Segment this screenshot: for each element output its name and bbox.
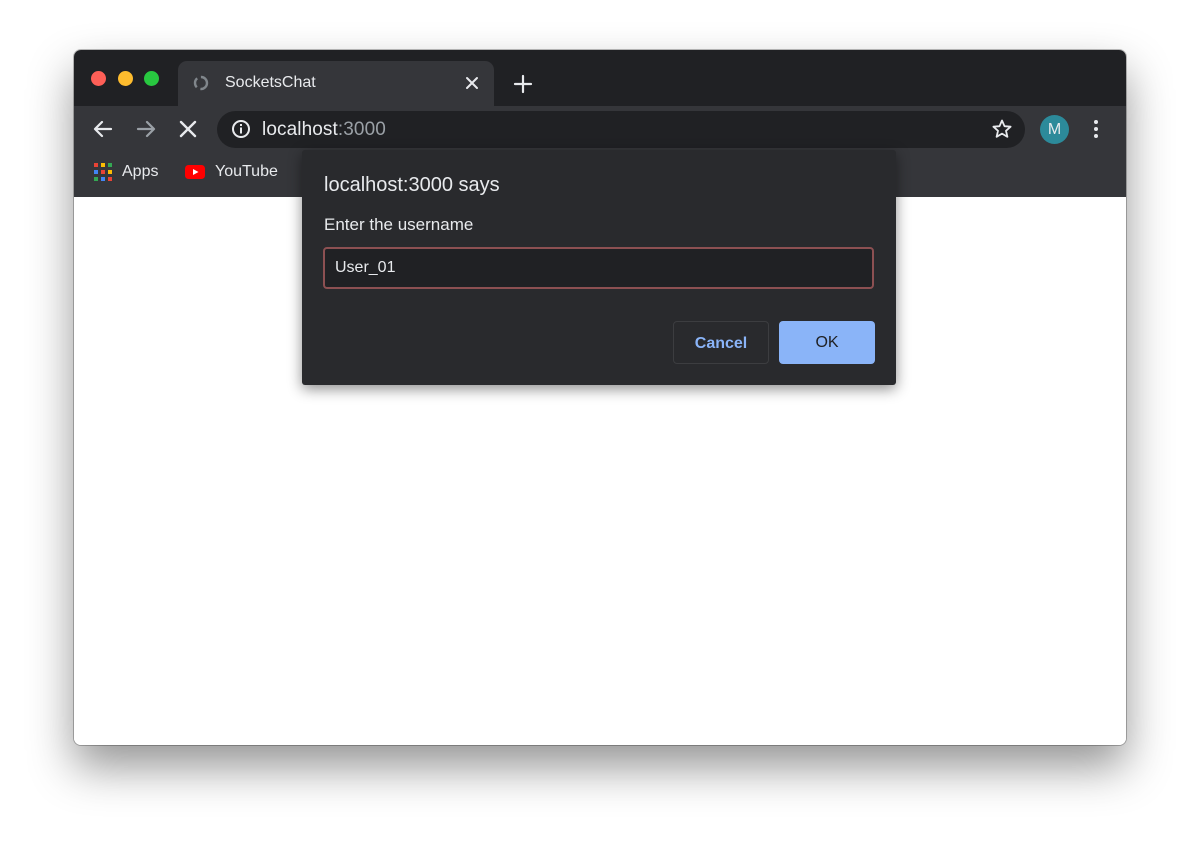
apps-grid-icon (94, 163, 112, 181)
more-menu-icon[interactable] (1085, 118, 1107, 140)
new-tab-icon[interactable] (512, 73, 534, 95)
url-host: localhost (262, 119, 338, 140)
bookmark-youtube[interactable]: YouTube (185, 162, 278, 182)
window-maximize-button[interactable] (144, 71, 159, 86)
bookmark-label: Apps (122, 163, 159, 180)
site-info-icon[interactable] (231, 119, 251, 139)
ok-button[interactable]: OK (779, 321, 875, 364)
url-text[interactable]: localhost:3000 (262, 119, 386, 141)
stop-loading-icon[interactable] (177, 118, 199, 140)
prompt-dialog: localhost:3000 says Enter the username C… (302, 150, 896, 385)
cancel-button[interactable]: Cancel (673, 321, 769, 364)
back-arrow-icon[interactable] (92, 118, 114, 140)
address-bar[interactable]: localhost:3000 (217, 111, 1025, 148)
tab-title: SocketsChat (225, 74, 316, 91)
bookmark-label: YouTube (215, 163, 278, 180)
tab-socketschat[interactable]: SocketsChat (178, 61, 494, 106)
window-close-button[interactable] (91, 71, 106, 86)
bookmark-star-icon[interactable] (991, 118, 1013, 140)
username-input[interactable] (323, 247, 874, 289)
title-bar: SocketsChat (74, 50, 1126, 106)
forward-arrow-icon[interactable] (135, 118, 157, 140)
dialog-title: localhost:3000 says (324, 174, 500, 196)
loading-spinner-icon (193, 75, 209, 91)
close-tab-icon[interactable] (462, 73, 482, 93)
dialog-message: Enter the username (324, 215, 474, 234)
url-port: :3000 (337, 119, 386, 140)
youtube-icon (185, 165, 205, 179)
profile-avatar[interactable]: M (1040, 115, 1069, 144)
browser-window: SocketsChat localhost:3000 M Apps YouTub… (74, 50, 1126, 745)
bookmark-apps[interactable]: Apps (94, 162, 158, 182)
window-minimize-button[interactable] (118, 71, 133, 86)
